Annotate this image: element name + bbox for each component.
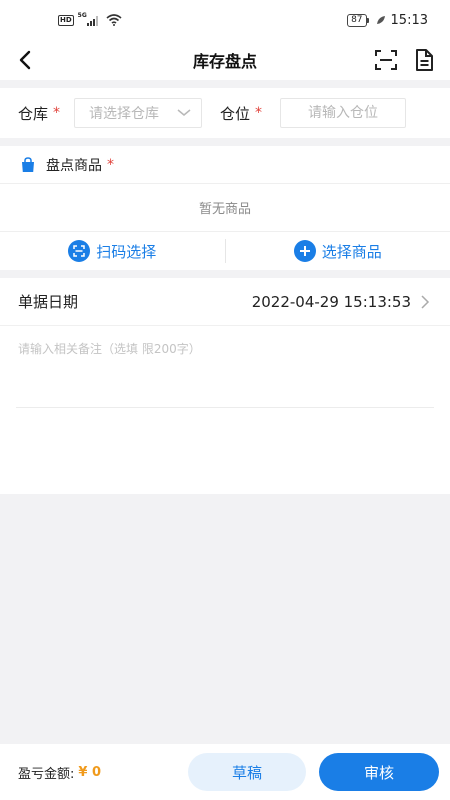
choose-goods-label: 选择商品 xyxy=(321,242,382,261)
warehouse-select[interactable]: 请选择仓库 xyxy=(74,98,203,128)
hd-badge: HD xyxy=(58,14,74,26)
location-label-text: 仓位 xyxy=(220,104,251,123)
nav-bar: 库存盘点 xyxy=(0,40,450,80)
date-value: 2022-04-29 15:13:53 xyxy=(251,292,411,311)
shopping-bag-icon xyxy=(22,156,34,172)
scan-select-label: 扫码选择 xyxy=(96,242,157,261)
location-label: 仓位 * xyxy=(220,103,262,124)
status-bar: HD 5G 87 15:13 xyxy=(0,0,450,40)
goods-card: 盘点商品 * 暂无商品 扫码选择 选择商品 xyxy=(0,146,450,270)
draft-button[interactable]: 草稿 xyxy=(188,753,306,791)
required-mark: * xyxy=(107,156,114,173)
date-value-wrap: 2022-04-29 15:13:53 xyxy=(252,293,430,311)
wifi-icon xyxy=(106,14,122,26)
goods-title: 盘点商品 xyxy=(46,157,102,174)
required-mark: * xyxy=(53,105,61,121)
document-icon[interactable] xyxy=(412,48,436,72)
leaf-icon xyxy=(376,16,385,24)
remark-textarea[interactable] xyxy=(16,326,434,408)
audit-button[interactable]: 审核 xyxy=(319,753,439,791)
scan-select-button[interactable]: 扫码选择 xyxy=(0,240,225,262)
empty-goods-text: 暂无商品 xyxy=(0,184,450,232)
date-row[interactable]: 单据日期 2022-04-29 15:13:53 xyxy=(0,278,450,326)
scan-icon[interactable] xyxy=(374,48,398,72)
back-icon[interactable] xyxy=(14,48,38,72)
location-input[interactable] xyxy=(280,98,407,128)
goods-actions: 扫码选择 选择商品 xyxy=(0,232,450,270)
clock-time: 15:13 xyxy=(390,12,428,28)
plus-circle-icon xyxy=(293,240,316,262)
warehouse-label-text: 仓库 xyxy=(18,104,49,123)
battery-icon: 87 xyxy=(347,13,370,27)
required-mark: * xyxy=(255,105,263,121)
status-right: 87 15:13 xyxy=(347,13,428,28)
chevron-right-icon xyxy=(421,294,430,309)
document-card: 单据日期 2022-04-29 15:13:53 xyxy=(0,278,450,494)
signal-icon: 5G xyxy=(77,11,98,26)
bottom-bar: 盈亏金额: ¥ 0 草稿 审核 xyxy=(0,744,450,800)
chevron-down-icon xyxy=(177,109,191,116)
profit-label: 盈亏金额: xyxy=(18,766,75,782)
goods-header: 盘点商品 * xyxy=(0,146,450,184)
status-left: HD 5G xyxy=(58,11,122,26)
scan-circle-icon xyxy=(68,240,91,262)
warehouse-placeholder: 请选择仓库 xyxy=(89,106,160,122)
choose-goods-button[interactable]: 选择商品 xyxy=(226,240,450,262)
page-title: 库存盘点 xyxy=(192,52,257,71)
warehouse-label: 仓库 * xyxy=(18,103,60,124)
network-label: 5G xyxy=(77,11,87,19)
date-label: 单据日期 xyxy=(18,293,79,311)
profit-value: ¥ 0 xyxy=(78,764,102,780)
warehouse-row: 仓库 * 请选择仓库 仓位 * xyxy=(0,88,450,138)
